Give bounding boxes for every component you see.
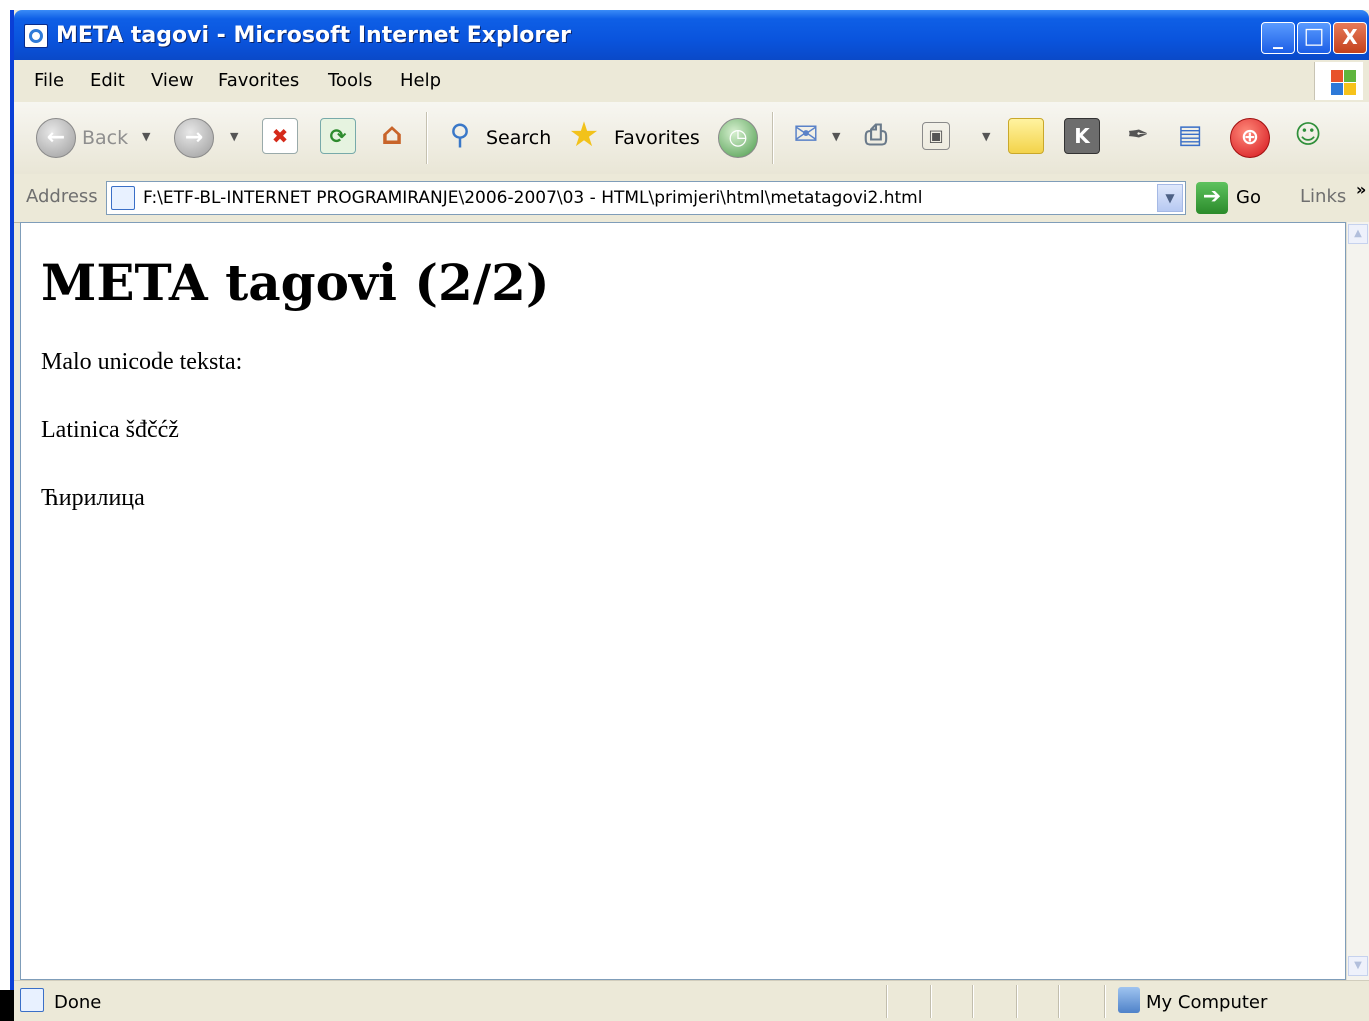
status-divider xyxy=(1058,985,1060,1018)
page-icon xyxy=(111,186,135,210)
k-button[interactable]: K xyxy=(1064,118,1100,154)
pen-icon: ✒ xyxy=(1127,120,1149,150)
print-button[interactable]: ⎙ xyxy=(858,118,894,154)
menu-favorites[interactable]: Favorites xyxy=(218,70,299,91)
windows-logo-icon xyxy=(1314,62,1363,100)
edit-button[interactable]: ▣ xyxy=(922,118,950,150)
computer-zone-icon xyxy=(1118,987,1140,1013)
edit-icon: ▣ xyxy=(922,122,950,150)
history-icon: ◷ xyxy=(718,118,758,158)
menu-help[interactable]: Help xyxy=(400,70,441,91)
favorites-star-icon: ★ xyxy=(568,115,600,155)
status-divider xyxy=(1016,985,1018,1018)
desktop-edge xyxy=(0,990,14,1021)
ie-page-icon xyxy=(24,24,48,48)
minimize-button[interactable]: _ xyxy=(1261,22,1295,54)
address-label: Address xyxy=(26,186,98,207)
home-button[interactable]: ⌂ xyxy=(374,118,410,154)
vertical-scrollbar[interactable]: ▲ ▼ xyxy=(1346,222,1369,980)
back-dropdown-icon[interactable]: ▼ xyxy=(142,130,150,143)
search-button[interactable]: ⚲ xyxy=(442,118,478,154)
back-label: Back xyxy=(82,127,129,149)
paragraph-unicode-intro: Malo unicode teksta: xyxy=(41,349,243,375)
mail-dropdown-icon[interactable]: ▼ xyxy=(832,130,840,143)
window-title: META tagovi - Microsoft Internet Explore… xyxy=(56,23,571,48)
menu-file[interactable]: File xyxy=(34,70,64,91)
browser-window: META tagovi - Microsoft Internet Explore… xyxy=(10,10,1369,1021)
page-viewport: META tagovi (2/2) Malo unicode teksta: L… xyxy=(20,222,1346,980)
messenger-button[interactable]: ☺ xyxy=(1290,118,1326,154)
menu-edit[interactable]: Edit xyxy=(90,70,125,91)
stop-icon: ✖ xyxy=(262,118,298,154)
maximize-button[interactable]: □ xyxy=(1297,22,1331,54)
refresh-button[interactable]: ⟳ xyxy=(320,118,356,154)
page-heading: META tagovi (2/2) xyxy=(41,253,550,312)
k-icon: K xyxy=(1064,118,1100,154)
research-icon: ▤ xyxy=(1177,120,1203,150)
print-icon: ⎙ xyxy=(864,118,888,151)
mail-icon: ✉ xyxy=(793,117,819,152)
menu-bar: File Edit View Favorites Tools Help xyxy=(14,60,1369,103)
standard-toolbar: ← Back ▼ → ▼ ✖ ⟳ ⌂ ⚲ Search ★ Favorites … xyxy=(14,102,1369,175)
mail-button[interactable]: ✉ xyxy=(788,118,824,154)
stop-button[interactable]: ✖ xyxy=(262,118,298,154)
go-label: Go xyxy=(1236,187,1261,208)
refresh-icon: ⟳ xyxy=(320,118,356,154)
paragraph-cyrillic: Ћирилица xyxy=(41,485,145,511)
address-bar: Address F:\ETF-BL-INTERNET PROGRAMIRANJE… xyxy=(14,174,1369,223)
home-icon: ⌂ xyxy=(381,117,403,152)
favorites-label: Favorites xyxy=(614,127,700,149)
forward-dropdown-icon[interactable]: ▼ xyxy=(230,130,238,143)
links-button[interactable]: Links xyxy=(1300,186,1346,207)
edit-dropdown-icon[interactable]: ▼ xyxy=(982,130,990,143)
security-zone: My Computer xyxy=(1146,992,1268,1013)
status-divider xyxy=(930,985,932,1018)
messenger-alert-icon: ⊕ xyxy=(1230,118,1270,158)
toolbar-separator xyxy=(426,112,428,164)
status-divider xyxy=(1104,985,1106,1018)
address-input[interactable]: F:\ETF-BL-INTERNET PROGRAMIRANJE\2006-20… xyxy=(106,181,1186,215)
address-dropdown-icon[interactable]: ▼ xyxy=(1157,184,1183,212)
address-value: F:\ETF-BL-INTERNET PROGRAMIRANJE\2006-20… xyxy=(143,188,923,208)
paragraph-latinica: Latinica šđčćž xyxy=(41,417,179,443)
scroll-up-icon[interactable]: ▲ xyxy=(1348,224,1368,244)
note-icon xyxy=(1008,118,1044,154)
search-icon: ⚲ xyxy=(449,118,471,151)
messenger-alert-button[interactable]: ⊕ xyxy=(1230,118,1270,158)
menu-tools[interactable]: Tools xyxy=(328,70,372,91)
ie-page-done-icon xyxy=(20,988,44,1012)
toolbar-separator xyxy=(772,112,774,164)
back-icon: ← xyxy=(36,118,76,158)
more-links-icon[interactable]: » xyxy=(1356,180,1366,199)
status-divider xyxy=(972,985,974,1018)
history-button[interactable]: ◷ xyxy=(718,118,758,158)
status-bar: Done My Computer xyxy=(14,980,1369,1021)
note-button[interactable] xyxy=(1008,118,1044,154)
status-divider xyxy=(886,985,888,1018)
forward-button[interactable]: → xyxy=(174,118,214,158)
menu-view[interactable]: View xyxy=(151,70,194,91)
close-button[interactable]: X xyxy=(1333,22,1367,54)
search-label: Search xyxy=(486,127,552,149)
status-text: Done xyxy=(54,992,102,1013)
back-button[interactable]: ← xyxy=(36,118,76,158)
title-bar[interactable]: META tagovi - Microsoft Internet Explore… xyxy=(14,10,1369,60)
messenger-icon: ☺ xyxy=(1294,120,1322,150)
go-arrow-icon: ➔ xyxy=(1196,182,1228,214)
pen-button[interactable]: ✒ xyxy=(1120,118,1156,154)
scroll-down-icon[interactable]: ▼ xyxy=(1348,956,1368,976)
forward-icon: → xyxy=(174,118,214,158)
favorites-button[interactable]: ★ xyxy=(566,118,602,154)
research-button[interactable]: ▤ xyxy=(1172,118,1208,154)
